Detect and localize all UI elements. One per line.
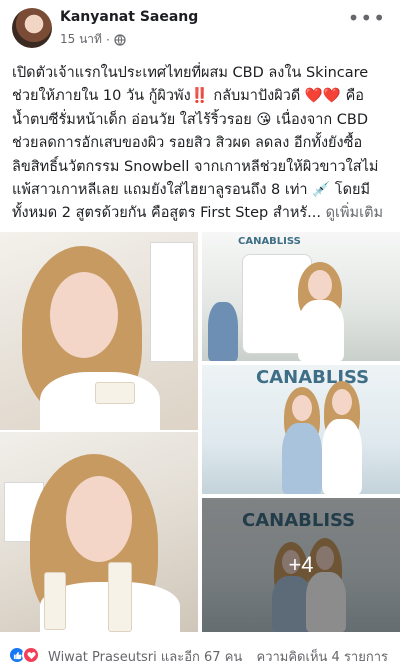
face-shape [292, 395, 312, 421]
product-bottle [108, 562, 132, 632]
product-bottle [44, 572, 66, 630]
reaction-icons[interactable] [8, 646, 40, 664]
author-name[interactable]: Kanyanat Saeang [60, 9, 198, 25]
person-shape [208, 302, 238, 361]
face-shape [332, 389, 352, 415]
timestamp[interactable]: 15 นาที [60, 30, 102, 49]
globe-icon [114, 33, 126, 46]
photo-3[interactable]: CANABLISS [202, 232, 400, 361]
shelf [150, 242, 194, 362]
face-shape [66, 476, 132, 562]
face-shape [308, 270, 332, 300]
post-text-line: เปิดตัวเจ้าแรกในประเทศไทยที่ผสม CBD ลงใน… [12, 65, 369, 81]
product-jar [95, 382, 135, 404]
post-header: Kanyanat Saeang 15 นาที · ••• [0, 0, 400, 56]
post-text-line: แพ้สาวเกาหลีเลย แถมยังใส่ไฮยาลูรอนถึง 8 … [12, 182, 371, 199]
ellipsis-icon[interactable]: ••• [348, 6, 386, 30]
post-text-line-last: ทั้งหมด 2 สูตรด้วยกัน คือสูตร First Step… [12, 202, 390, 225]
reactions-summary[interactable]: Wiwat Praseutsri และอีก 67 คน [48, 646, 242, 667]
see-more-link[interactable]: ดูเพิ่มเติม [326, 205, 383, 221]
photo-1[interactable] [0, 232, 198, 430]
avatar[interactable] [12, 8, 52, 48]
more-photos-overlay[interactable]: +4 [202, 498, 400, 632]
banner-text: CANABLISS [238, 236, 301, 247]
post-footer: Wiwat Praseutsri และอีก 67 คน ความคิดเห็… [0, 637, 400, 672]
banner-text: CANABLISS [256, 367, 370, 388]
outfit-shape [322, 419, 362, 494]
photo-5[interactable]: CANABLISS +4 [202, 498, 400, 632]
post-text: เปิดตัวเจ้าแรกในประเทศไทยที่ผสม CBD ลงใน… [12, 62, 390, 226]
dot-separator: · [105, 32, 110, 47]
post-meta: 15 นาที · [60, 30, 126, 49]
photo-grid: CANABLISS CANABLISS CANABLISS +4 [0, 232, 400, 632]
heart-icon [22, 646, 40, 664]
outfit-shape [282, 423, 322, 494]
post-text-line: ช่วยให้ภายใน 10 วัน กู้ผิวพัง‼️ กลับมาปั… [12, 88, 365, 105]
photo-4[interactable]: CANABLISS [202, 365, 400, 494]
more-photos-count: +4 [288, 552, 314, 577]
post-text-line: น้ำตบซีรั่มหน้าเด็ก อ่อนวัย ใสไร้ริ้วรอย… [12, 111, 369, 128]
dress-shape [298, 300, 344, 361]
face-shape [50, 272, 118, 358]
post-text-truncated: ทั้งหมด 2 สูตรด้วยกัน คือสูตร First Step… [12, 205, 322, 222]
comments-count[interactable]: ความคิดเห็น 4 รายการ [257, 646, 389, 667]
post-text-line: ลิขสิทธิ์นวัตกรรม Snowbell จากเกาหลีช่วย… [12, 158, 379, 175]
post-text-line: ช่วยลดการอักเสบของผิว รอยสิว สิวผด ลดลง … [12, 135, 363, 152]
photo-2[interactable] [0, 432, 198, 632]
